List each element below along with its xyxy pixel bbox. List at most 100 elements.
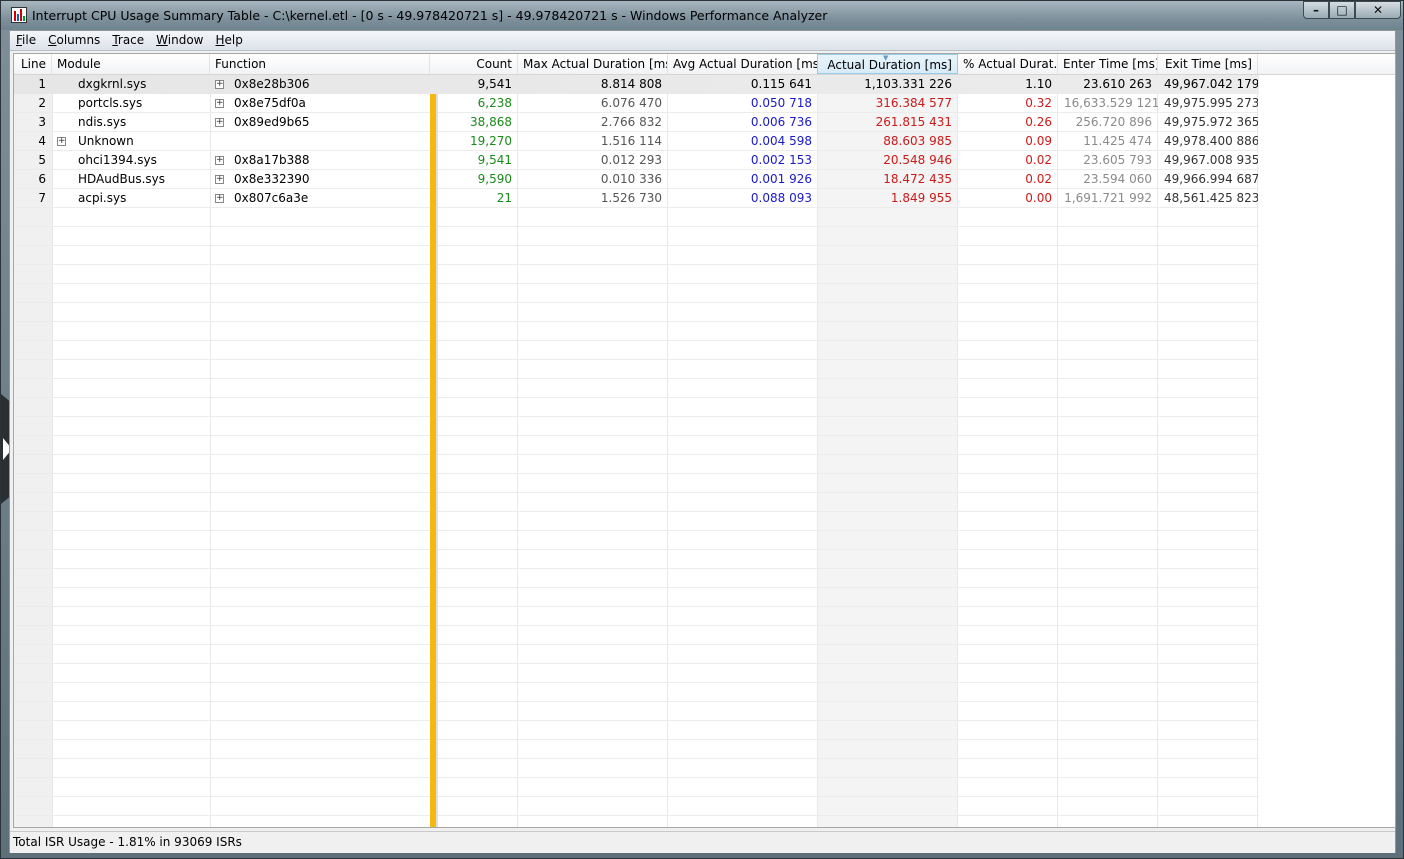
max-cell: 0.012 293 xyxy=(600,153,662,167)
column-header-function[interactable]: Function xyxy=(210,54,430,74)
expand-plus-icon[interactable]: + xyxy=(215,194,224,203)
maximize-button[interactable]: □ xyxy=(1329,1,1355,19)
enter-cell: 16,633.529 121 xyxy=(1064,96,1158,110)
table-row[interactable]: 7 acpi.sys +0x807c6a3e 21 1.526 730 0.088 093… xyxy=(14,189,1259,208)
pct-cell: 0.02 xyxy=(1025,153,1052,167)
menu-help[interactable]: Help xyxy=(210,31,249,50)
max-cell: 6.076 470 xyxy=(600,96,662,110)
status-text: Total ISR Usage - 1.81% in 93069 ISRs xyxy=(13,835,242,849)
max-cell: 1.516 114 xyxy=(600,134,662,148)
column-header-count[interactable]: Count xyxy=(438,54,518,74)
avg-cell: 0.002 153 xyxy=(750,153,812,167)
title-bar[interactable]: Interrupt CPU Usage Summary Table - C:\k… xyxy=(1,1,1403,30)
exit-cell: 49,967.042 179 xyxy=(1164,77,1258,91)
module-cell: HDAudBus.sys xyxy=(78,172,165,186)
avg-cell: 0.115 641 xyxy=(750,77,812,91)
exit-cell: 49,966.994 687 xyxy=(1164,172,1258,186)
max-cell: 2.766 832 xyxy=(600,115,662,129)
window-controls: – □ ✕ xyxy=(1303,1,1401,21)
summary-table[interactable]: Line Module Function Count Max Actual Du… xyxy=(13,53,1396,828)
table-header: Line Module Function Count Max Actual Du… xyxy=(14,54,1395,75)
enter-cell: 256.720 896 xyxy=(1075,115,1152,129)
pct-cell: 1.10 xyxy=(1025,77,1052,91)
module-cell: acpi.sys xyxy=(78,191,127,205)
module-cell: portcls.sys xyxy=(78,96,143,110)
expand-plus-icon[interactable]: + xyxy=(57,137,66,146)
max-cell: 8.814 808 xyxy=(600,77,662,91)
column-header-max-actual-duration[interactable]: Max Actual Duration [ms] xyxy=(518,54,668,74)
column-header-line[interactable]: Line xyxy=(14,54,52,74)
exit-cell: 49,975.972 365 xyxy=(1164,115,1258,129)
line-number-cell: 6 xyxy=(38,172,46,186)
actual-cell: 20.548 946 xyxy=(883,153,952,167)
column-header-avg-actual-duration[interactable]: Avg Actual Duration [ms] xyxy=(668,54,818,74)
menu-window[interactable]: Window xyxy=(150,31,209,50)
window-title: Interrupt CPU Usage Summary Table - C:\k… xyxy=(32,8,828,23)
avg-cell: 0.050 718 xyxy=(750,96,812,110)
table-row[interactable]: 1 dxgkrnl.sys +0x8e28b306 9,541 8.814 808 0.1… xyxy=(14,75,1259,94)
sort-descending-icon: ▼ xyxy=(883,54,889,62)
minimize-button[interactable]: – xyxy=(1303,1,1329,19)
pct-cell: 0.32 xyxy=(1025,96,1052,110)
count-cell: 21 xyxy=(496,191,512,205)
actual-cell: 316.384 577 xyxy=(875,96,952,110)
application-window: Interrupt CPU Usage Summary Table - C:\k… xyxy=(0,0,1404,859)
module-cell: Unknown xyxy=(78,134,134,148)
table-row[interactable]: 2 portcls.sys +0x8e75df0a 6,238 6.076 470 0.0… xyxy=(14,94,1259,113)
actual-cell: 1.849 955 xyxy=(890,191,952,205)
enter-cell: 23.610 263 xyxy=(1083,77,1152,91)
exit-cell: 48,561.425 823 xyxy=(1164,191,1258,205)
status-bar: Total ISR Usage - 1.81% in 93069 ISRs xyxy=(10,831,1395,853)
function-cell: 0x8e28b306 xyxy=(234,77,310,91)
enter-cell: 11.425 474 xyxy=(1083,134,1152,148)
count-cell: 9,590 xyxy=(477,172,512,186)
function-cell: 0x89ed9b65 xyxy=(234,115,310,129)
expand-plus-icon[interactable]: + xyxy=(215,99,224,108)
line-number-cell: 5 xyxy=(38,153,46,167)
line-number-cell: 3 xyxy=(38,115,46,129)
column-header-enter-time[interactable]: Enter Time [ms] xyxy=(1058,54,1158,74)
avg-cell: 0.088 093 xyxy=(750,191,812,205)
menu-trace[interactable]: Trace xyxy=(106,31,150,50)
close-button[interactable]: ✕ xyxy=(1355,1,1401,19)
pct-cell: 0.00 xyxy=(1025,191,1052,205)
column-header-exit-time[interactable]: Exit Time [ms] xyxy=(1158,54,1258,74)
module-cell: dxgkrnl.sys xyxy=(78,77,147,91)
client-area: File Columns Trace Window Help Line Module F… xyxy=(9,30,1396,853)
function-cell: 0x8e75df0a xyxy=(234,96,306,110)
column-header-pct-actual-duration[interactable]: % Actual Durat... xyxy=(958,54,1058,74)
table-row[interactable]: 6 HDAudBus.sys +0x8e332390 9,590 0.010 336 0.… xyxy=(14,170,1259,189)
pct-cell: 0.02 xyxy=(1025,172,1052,186)
column-header-module[interactable]: Module xyxy=(52,54,210,74)
expand-plus-icon[interactable]: + xyxy=(215,156,224,165)
menu-bar: File Columns Trace Window Help xyxy=(10,31,1395,51)
table-row[interactable]: 5 ohci1394.sys +0x8a17b388 9,541 0.012 293 0.… xyxy=(14,151,1259,170)
enter-cell: 23.594 060 xyxy=(1083,172,1152,186)
count-cell: 38,868 xyxy=(470,115,512,129)
pct-cell: 0.26 xyxy=(1025,115,1052,129)
expand-plus-icon[interactable]: + xyxy=(215,80,224,89)
module-cell: ndis.sys xyxy=(78,115,127,129)
line-number-cell: 7 xyxy=(38,191,46,205)
max-cell: 1.526 730 xyxy=(600,191,662,205)
function-cell xyxy=(228,132,430,151)
pct-cell: 0.09 xyxy=(1025,134,1052,148)
exit-cell: 49,975.995 273 xyxy=(1164,96,1258,110)
avg-cell: 0.004 598 xyxy=(750,134,812,148)
column-header-actual-duration[interactable]: ▼ Actual Duration [ms] xyxy=(817,54,958,74)
menu-columns[interactable]: Columns xyxy=(42,31,106,50)
actual-cell: 18.472 435 xyxy=(883,172,952,186)
expand-plus-icon[interactable]: + xyxy=(215,175,224,184)
line-number-cell: 2 xyxy=(38,96,46,110)
expand-plus-icon[interactable]: + xyxy=(215,118,224,127)
table-row[interactable]: 4 + Unknown 19,270 1.516 114 0.004 598 88.603 … xyxy=(14,132,1259,151)
line-number-cell: 1 xyxy=(38,77,46,91)
menu-file[interactable]: File xyxy=(10,31,42,50)
enter-cell: 1,691.721 992 xyxy=(1064,191,1152,205)
function-cell: 0x807c6a3e xyxy=(234,191,309,205)
module-cell: ohci1394.sys xyxy=(78,153,157,167)
max-cell: 0.010 336 xyxy=(600,172,662,186)
table-row[interactable]: 3 ndis.sys +0x89ed9b65 38,868 2.766 832 0.006… xyxy=(14,113,1259,132)
avg-cell: 0.006 736 xyxy=(750,115,812,129)
function-cell: 0x8e332390 xyxy=(234,172,310,186)
